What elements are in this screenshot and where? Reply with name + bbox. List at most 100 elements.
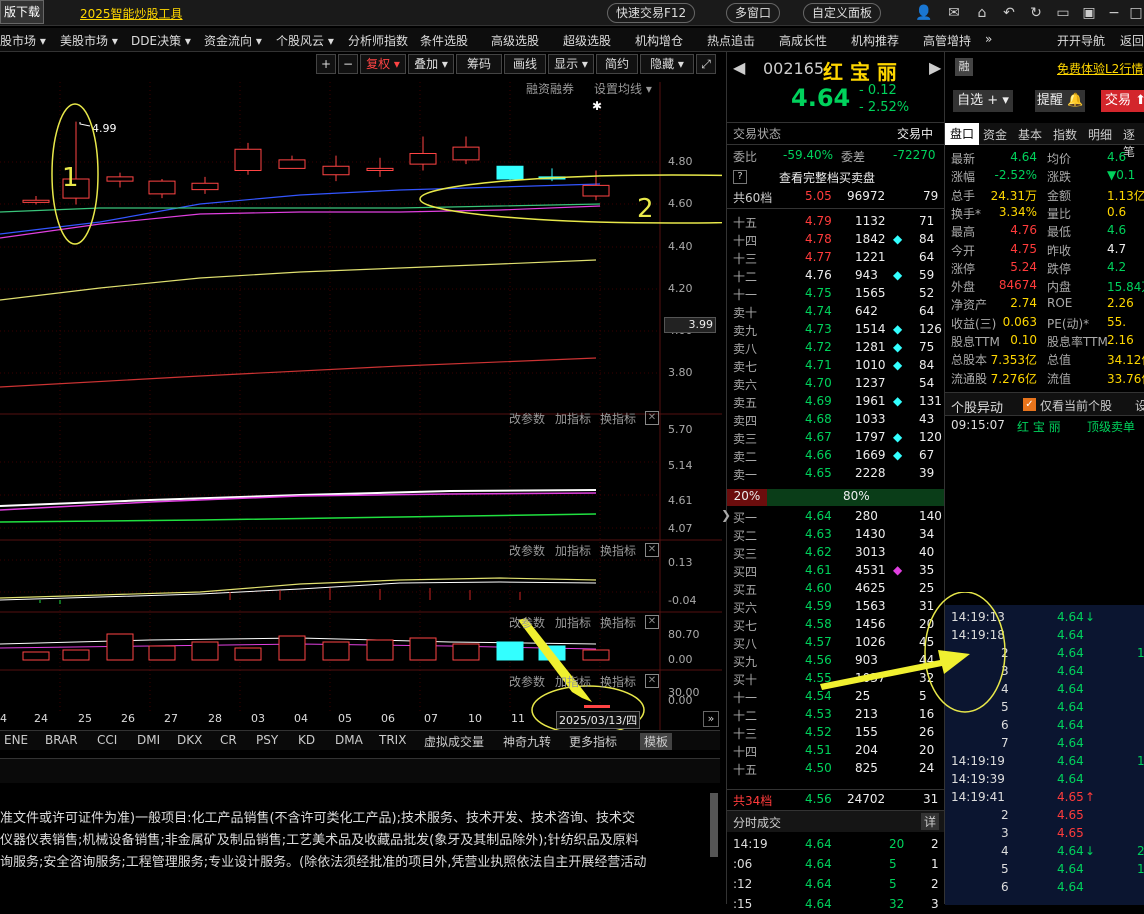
- menu-item[interactable]: 股市场 ▾: [0, 32, 46, 49]
- next-stock-icon[interactable]: ▶: [929, 58, 941, 77]
- only-current-checkbox[interactable]: ✓: [1023, 398, 1036, 411]
- panel-toggle-icon[interactable]: ❯: [721, 508, 731, 522]
- edit-params-button[interactable]: 改参数: [509, 614, 545, 631]
- margin-trading-label[interactable]: 融资融券: [526, 80, 574, 97]
- switch-indicator-button[interactable]: 换指标: [600, 614, 636, 631]
- promo-link[interactable]: 2025智能炒股工具: [80, 5, 183, 22]
- menu-item[interactable]: 资金流向 ▾: [204, 32, 262, 49]
- close-icon[interactable]: ✕: [645, 411, 659, 425]
- tab-cr[interactable]: CR: [220, 733, 237, 747]
- tab-dkx[interactable]: DKX: [177, 733, 202, 747]
- detail-button[interactable]: 详: [921, 813, 939, 830]
- edit-params-button[interactable]: 改参数: [509, 542, 545, 559]
- tab-dma[interactable]: DMA: [335, 733, 363, 747]
- menu-item[interactable]: 开开导航: [1057, 32, 1105, 49]
- back-icon[interactable]: ↶: [1000, 4, 1018, 22]
- order-level[interactable]: 十二 4.76 943 ◆ 59: [733, 267, 941, 285]
- switch-indicator-button[interactable]: 换指标: [600, 410, 636, 427]
- tab-cci[interactable]: CCI: [97, 733, 117, 747]
- order-level[interactable]: 十一 4.75 1565 52: [733, 285, 941, 303]
- tab-zijin[interactable]: 资金: [983, 126, 1007, 143]
- tab-more-indicators[interactable]: 更多指标: [569, 733, 617, 750]
- close-icon[interactable]: ✕: [645, 615, 659, 629]
- order-level[interactable]: 卖六 4.70 1237 54: [733, 375, 941, 393]
- scroll-right-icon[interactable]: »: [703, 711, 719, 727]
- order-level[interactable]: 十三 4.77 1221 64: [733, 249, 941, 267]
- tab-brar[interactable]: BRAR: [45, 733, 78, 747]
- close-icon[interactable]: ✕: [645, 674, 659, 688]
- prev-stock-icon[interactable]: ◀: [733, 58, 745, 77]
- tab-virtual-volume[interactable]: 虚拟成交量: [424, 733, 484, 750]
- menu-item[interactable]: 高管增持: [923, 32, 971, 49]
- trade-button[interactable]: 交易 ⬆⬇: [1101, 90, 1144, 112]
- tab-psy[interactable]: PSY: [256, 733, 278, 747]
- minimize-icon[interactable]: −: [1105, 4, 1123, 22]
- help-icon[interactable]: ?: [733, 170, 747, 184]
- add-indicator-button[interactable]: 加指标: [555, 614, 591, 631]
- tab-ene[interactable]: ENE: [4, 733, 28, 747]
- l2-promo-link[interactable]: 免费体验L2行情: [1057, 60, 1143, 77]
- close-icon[interactable]: ✕: [645, 543, 659, 557]
- order-level[interactable]: 买二 4.63 1430 34: [733, 526, 941, 544]
- order-level[interactable]: 买四 4.61 4531 ◆ 35: [733, 562, 941, 580]
- menu-item[interactable]: 高级选股: [491, 32, 539, 49]
- order-level[interactable]: 卖一 4.65 2228 39: [733, 465, 941, 483]
- restore-icon[interactable]: ▭: [1054, 4, 1072, 22]
- tab-kd[interactable]: KD: [298, 733, 315, 747]
- tab-zhishu[interactable]: 指数: [1053, 126, 1077, 143]
- refresh-icon[interactable]: ↻: [1027, 4, 1045, 22]
- order-level[interactable]: 卖五 4.69 1961 ◆ 131: [733, 393, 942, 411]
- mail-icon[interactable]: ✉: [945, 4, 963, 22]
- order-level[interactable]: 卖九 4.73 1514 ◆ 126: [733, 321, 942, 339]
- menu-item[interactable]: 高成长性: [779, 32, 827, 49]
- order-level[interactable]: 卖三 4.67 1797 ◆ 120: [733, 429, 942, 447]
- set-ma-button[interactable]: 设置均线 ▾: [594, 80, 652, 97]
- tab-magic-nine[interactable]: 神奇九转: [503, 733, 551, 750]
- order-level[interactable]: 卖八 4.72 1281 ◆ 75: [733, 339, 941, 357]
- menu-item[interactable]: 美股市场 ▾: [60, 32, 118, 49]
- edit-params-button[interactable]: 改参数: [509, 673, 545, 690]
- menu-more[interactable]: »: [985, 32, 992, 46]
- skin-icon[interactable]: ▣: [1080, 4, 1098, 22]
- switch-indicator-button[interactable]: 换指标: [600, 542, 636, 559]
- menu-item[interactable]: 超级选股: [563, 32, 611, 49]
- download-button[interactable]: 版下载: [0, 0, 44, 24]
- menu-item[interactable]: 热点追击: [707, 32, 755, 49]
- multi-window-button[interactable]: 多窗口: [726, 3, 781, 23]
- menu-item[interactable]: DDE决策 ▾: [131, 32, 191, 49]
- tab-mingxi[interactable]: 明细: [1088, 126, 1112, 143]
- order-level[interactable]: 买三 4.62 3013 40: [733, 544, 941, 562]
- menu-item[interactable]: 机构增仓: [635, 32, 683, 49]
- home-icon[interactable]: ⌂: [973, 4, 991, 22]
- user-icon[interactable]: 👤: [915, 4, 933, 22]
- menu-item[interactable]: 分析师指数: [348, 32, 408, 49]
- tab-dmi[interactable]: DMI: [137, 733, 160, 747]
- quick-trade-button[interactable]: 快速交易F12: [607, 3, 696, 23]
- tab-template[interactable]: 模板: [640, 733, 673, 750]
- order-level[interactable]: 卖七 4.71 1010 ◆ 84: [733, 357, 941, 375]
- menu-item[interactable]: 个股风云 ▾: [276, 32, 334, 49]
- order-level[interactable]: 十四 4.51 204 20: [733, 742, 941, 760]
- add-indicator-button[interactable]: 加指标: [555, 673, 591, 690]
- tab-jiben[interactable]: 基本: [1018, 126, 1042, 143]
- alert-button[interactable]: 提醒 🔔: [1035, 90, 1085, 112]
- edit-params-button[interactable]: 改参数: [509, 410, 545, 427]
- view-full-orderbook-link[interactable]: 查看完整档买卖盘: [779, 169, 875, 186]
- tab-pankou[interactable]: 盘口: [945, 123, 979, 145]
- menu-item[interactable]: 条件选股: [420, 32, 468, 49]
- custom-panel-button[interactable]: 自定义面板: [803, 3, 882, 23]
- order-level[interactable]: 卖十 4.74 642 64: [733, 303, 941, 321]
- order-level[interactable]: 十五 4.79 1132 71: [733, 213, 941, 231]
- maximize-icon[interactable]: □: [1127, 4, 1144, 22]
- add-indicator-button[interactable]: 加指标: [555, 542, 591, 559]
- order-level[interactable]: 十五 4.50 825 24: [733, 760, 941, 778]
- add-watchlist-button[interactable]: 自选 + ▾: [953, 90, 1013, 112]
- order-level[interactable]: 卖二 4.66 1669 ◆ 67: [733, 447, 941, 465]
- order-level[interactable]: 买一 4.64 280 140: [733, 508, 942, 526]
- order-level[interactable]: 十四 4.78 1842 ◆ 84: [733, 231, 941, 249]
- yidong-setting-button[interactable]: 设: [1135, 397, 1144, 414]
- order-level[interactable]: 卖四 4.68 1033 43: [733, 411, 941, 429]
- info-scrollbar[interactable]: [710, 793, 718, 857]
- tab-trix[interactable]: TRIX: [379, 733, 406, 747]
- menu-item[interactable]: 机构推荐: [851, 32, 899, 49]
